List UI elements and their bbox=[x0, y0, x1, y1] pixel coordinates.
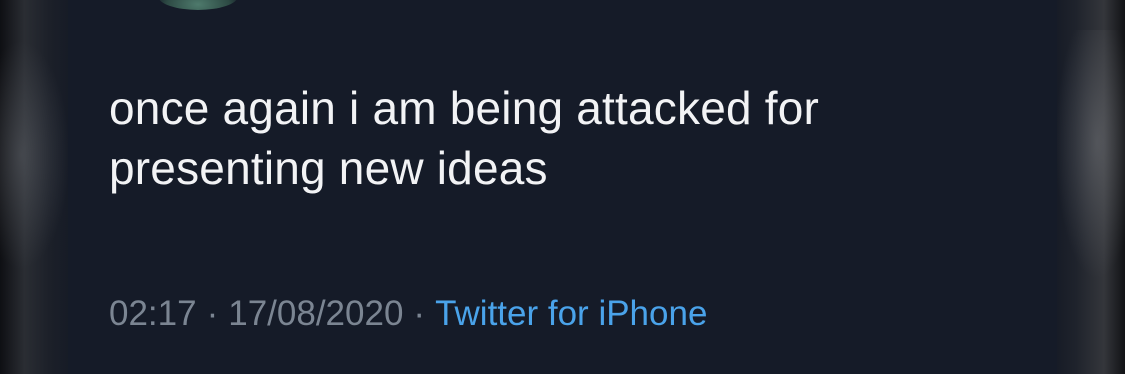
meta-separator: · bbox=[206, 294, 219, 333]
tweet-text-line: once again i am being attacked for bbox=[109, 82, 820, 134]
avatar[interactable] bbox=[158, 0, 238, 10]
meta-separator: · bbox=[413, 294, 426, 333]
blurred-left-edge bbox=[0, 0, 70, 374]
tweet-text-line: presenting new ideas bbox=[109, 142, 548, 194]
tweet-date: 17/08/2020 bbox=[228, 294, 404, 333]
tweet-time: 02:17 bbox=[109, 294, 197, 333]
tweet-source-link[interactable]: Twitter for iPhone bbox=[435, 294, 707, 333]
blurred-right-edge bbox=[1055, 0, 1125, 374]
tweet-text: once again i am being attacked for prese… bbox=[109, 78, 1009, 198]
tweet-metadata: 02:17 · 17/08/2020 · Twitter for iPhone bbox=[109, 292, 707, 336]
tweet-card: once again i am being attacked for prese… bbox=[68, 0, 1057, 374]
